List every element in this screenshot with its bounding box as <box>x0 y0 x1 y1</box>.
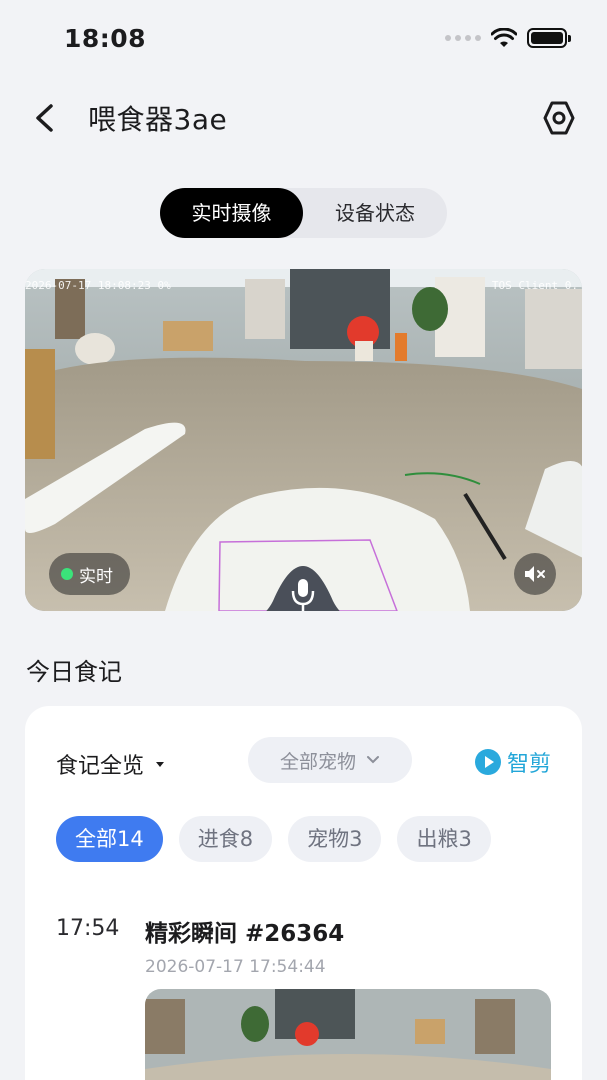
live-label: 实时 <box>79 566 113 587</box>
record-thumbnail[interactable] <box>145 989 551 1080</box>
caret-down-icon <box>156 761 165 767</box>
page-title: 喂食器3ae <box>88 103 228 136</box>
live-status-dot <box>61 568 73 580</box>
live-video[interactable]: 2026-07-17 18:08:23 0% TOS Client 0. 实时 <box>25 269 582 611</box>
today-meals-heading: 今日食记 <box>26 658 122 686</box>
nav-bar: 喂食器3ae <box>0 86 607 150</box>
microphone-button[interactable] <box>243 561 363 611</box>
view-tabs: 实时摄像 设备状态 <box>160 188 447 238</box>
status-icons <box>445 28 571 48</box>
back-icon[interactable] <box>26 96 66 140</box>
meal-overview-label: 食记全览 <box>56 754 145 779</box>
meal-overview-dropdown[interactable]: 食记全览 <box>56 748 165 780</box>
smart-cut-button[interactable]: 智剪 <box>474 746 551 778</box>
chip-pet[interactable]: 宠物3 <box>288 816 382 862</box>
live-badge: 实时 <box>49 553 130 595</box>
microphone-icon <box>298 579 308 597</box>
chip-dispense[interactable]: 出粮3 <box>397 816 491 862</box>
chip-all[interactable]: 全部14 <box>56 816 163 862</box>
status-time: 18:08 <box>64 24 147 53</box>
pet-filter-label: 全部宠物 <box>279 750 356 773</box>
smart-cut-label: 智剪 <box>506 752 551 777</box>
wifi-icon <box>491 28 517 47</box>
mute-button[interactable] <box>514 553 556 595</box>
record-date: 2026-07-17 17:54:44 <box>145 957 326 977</box>
chip-eating[interactable]: 进食8 <box>178 816 273 862</box>
battery-icon <box>527 28 571 48</box>
chevron-down-icon <box>367 756 379 764</box>
pet-filter-select[interactable]: 全部宠物 <box>248 737 412 783</box>
settings-icon[interactable] <box>539 98 579 138</box>
tab-live-camera[interactable]: 实时摄像 <box>160 188 303 238</box>
tab-device-status[interactable]: 设备状态 <box>303 188 447 238</box>
record-time: 17:54 <box>56 916 120 941</box>
video-watermark: TOS Client 0. <box>491 279 578 292</box>
play-icon <box>474 749 501 775</box>
status-bar: 18:08 <box>0 0 607 80</box>
speaker-muted-icon <box>525 566 545 582</box>
record-thumbnail-image <box>145 989 551 1080</box>
meal-log-card: 食记全览 全部宠物 智剪 全部14 进食8 宠物3 出粮3 17:54 精彩瞬间… <box>25 706 582 1080</box>
filter-chips: 全部14 进食8 宠物3 出粮3 <box>56 816 491 862</box>
signal-icon <box>445 35 481 41</box>
record-title[interactable]: 精彩瞬间 #26364 <box>145 914 344 948</box>
video-timestamp: 2026-07-17 18:08:23 0% <box>25 279 171 292</box>
